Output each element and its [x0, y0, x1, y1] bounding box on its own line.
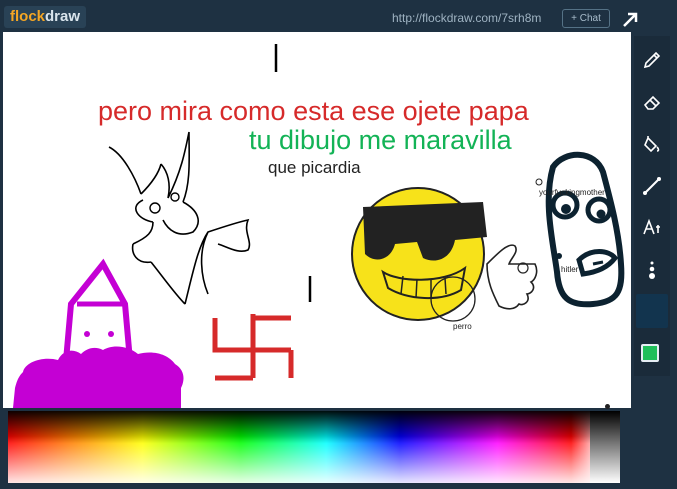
expand-icon[interactable] — [620, 10, 640, 30]
line-icon — [643, 177, 661, 195]
black-text: que picardia — [268, 158, 361, 177]
eraser-tool[interactable] — [638, 88, 666, 116]
grayscale-palette[interactable] — [590, 411, 620, 483]
face-mouth-line — [592, 260, 604, 266]
cursor-dot — [556, 253, 562, 259]
fill-tool[interactable] — [638, 130, 666, 158]
hitler-label: hitler — [561, 265, 579, 274]
wizard-eye — [108, 331, 114, 337]
face-pupil — [561, 204, 571, 214]
rabbit-sketch — [108, 131, 251, 305]
drawing-canvas[interactable]: pero mira como esta ese ojete papa tu di… — [3, 32, 631, 408]
logo-text-flock: flock — [10, 8, 46, 25]
secondary-color-swatch[interactable] — [636, 294, 668, 328]
tool-panel — [634, 36, 670, 376]
cursor-dot — [535, 178, 543, 186]
red-symbol — [212, 314, 294, 381]
logo-text-draw: draw — [45, 8, 81, 25]
canvas-corner-dot — [605, 404, 610, 409]
brush-size-tool[interactable] — [638, 256, 666, 284]
top-bar: flockdraw http://flockdraw.com/7srh8m + … — [0, 0, 677, 32]
current-color-swatch[interactable] — [641, 344, 659, 362]
color-palette[interactable] — [8, 411, 620, 483]
brush-size-icon — [649, 261, 655, 279]
rabbit-eye — [149, 202, 161, 214]
flockdraw-logo[interactable]: flockdraw — [4, 6, 87, 28]
pencil-tool[interactable] — [638, 46, 666, 74]
line-tool[interactable] — [638, 172, 666, 200]
canvas-drawing: pero mira como esta ese ojete papa tu di… — [13, 44, 625, 408]
thumbs-up-hand — [486, 244, 538, 310]
text-tool[interactable] — [638, 214, 666, 242]
rabbit-eye — [170, 192, 180, 202]
green-text: tu dibujo me maravilla — [249, 125, 513, 155]
eraser-icon — [643, 95, 661, 110]
wizard-eye — [84, 331, 90, 337]
face-pupil — [596, 209, 606, 219]
chat-button[interactable]: + Chat — [562, 9, 610, 28]
fill-icon — [644, 136, 660, 153]
text-icon — [643, 218, 660, 235]
perro-label: perro — [453, 322, 472, 331]
room-url[interactable]: http://flockdraw.com/7srh8m — [392, 11, 541, 25]
pencil-icon — [643, 51, 661, 69]
tall-face — [545, 151, 625, 308]
red-text: pero mira como esta ese ojete papa — [98, 96, 530, 126]
mother-label: yourfuckingmother — [539, 188, 605, 197]
